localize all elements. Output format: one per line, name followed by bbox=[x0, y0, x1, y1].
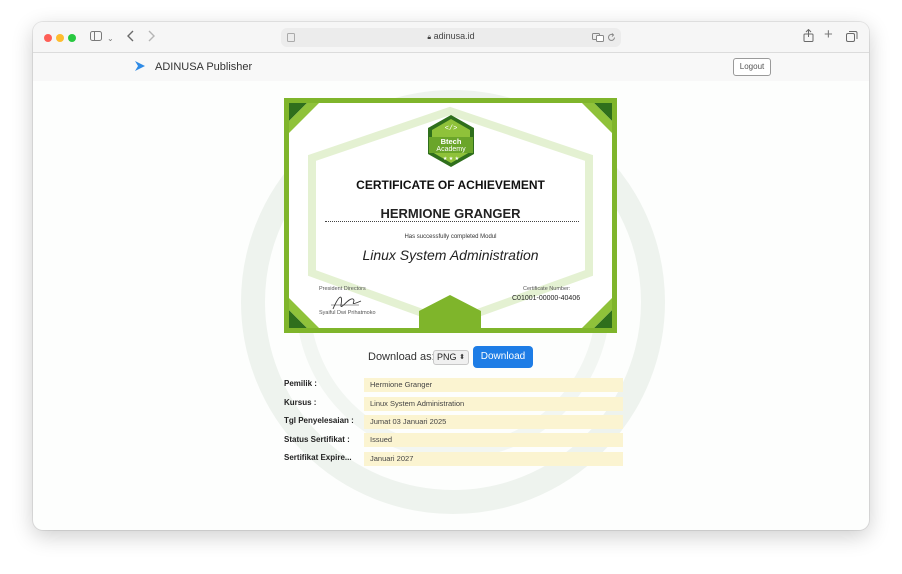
badge-line-2: Academy bbox=[436, 146, 466, 153]
svg-text:★ ★ ★: ★ ★ ★ bbox=[443, 156, 460, 162]
badge-line-1: Btech bbox=[440, 137, 462, 146]
svg-text:</>: </> bbox=[445, 125, 458, 133]
url-label: adinusa.id bbox=[433, 31, 475, 41]
course-value: Linux System Administration bbox=[364, 397, 623, 411]
certificate-status-value: Issued bbox=[364, 433, 623, 447]
owner-label: Pemilik : bbox=[284, 379, 317, 388]
certificate-number: C01001-00000-40406 bbox=[512, 295, 581, 302]
browser-window: ⌄ 🔒︎ adinusa.id + ADINUSA Publisher Logo… bbox=[33, 22, 869, 530]
certificate-expiry-label: Sertifikat Expire... bbox=[284, 453, 352, 462]
select-arrows-icon: ⬍ bbox=[459, 354, 465, 361]
share-icon[interactable] bbox=[803, 29, 814, 42]
brand-name[interactable]: ADINUSA Publisher bbox=[155, 61, 252, 73]
minimize-window-button[interactable] bbox=[56, 34, 64, 42]
name-underline bbox=[325, 221, 579, 222]
completion-text: Has successfully completed Modul bbox=[404, 234, 497, 240]
adinusa-logo-icon[interactable] bbox=[134, 59, 146, 73]
download-as-label: Download as: bbox=[368, 351, 435, 363]
certificate-number-label: Certificate Number: bbox=[523, 286, 571, 292]
browser-toolbar: ⌄ 🔒︎ adinusa.id + bbox=[33, 22, 869, 53]
reload-icon[interactable] bbox=[607, 33, 616, 42]
certificate-status-label: Status Sertifikat : bbox=[284, 435, 350, 444]
badge-text: Btech Academy bbox=[425, 138, 477, 154]
address-bar[interactable]: 🔒︎ adinusa.id bbox=[281, 28, 621, 47]
close-window-button[interactable] bbox=[44, 34, 52, 42]
url-text: 🔒︎ adinusa.id bbox=[281, 31, 621, 42]
sidebar-icon[interactable] bbox=[90, 31, 102, 41]
lock-icon: 🔒︎ bbox=[427, 34, 432, 41]
course-name: Linux System Administration bbox=[362, 247, 539, 263]
certificate-title: CERTIFICATE OF ACHIEVEMENT bbox=[356, 178, 545, 192]
forward-icon[interactable] bbox=[147, 30, 155, 42]
certificate-image: </> ★ ★ ★ Btech Academy CERTIFICATE OF A… bbox=[284, 98, 617, 333]
owner-value: Hermione Granger bbox=[364, 378, 623, 392]
format-select[interactable]: PNG ⬍ bbox=[433, 350, 469, 365]
chevron-down-icon[interactable]: ⌄ bbox=[107, 31, 114, 47]
course-label: Kursus : bbox=[284, 398, 317, 407]
certificate-expiry-value: Januari 2027 bbox=[364, 452, 623, 466]
completion-date-label: Tgl Penyelesaian : bbox=[284, 416, 354, 425]
format-select-value: PNG bbox=[437, 352, 457, 362]
signer-name: Syaiful Dwi Prihatmoko bbox=[319, 310, 376, 316]
back-icon[interactable] bbox=[127, 30, 135, 42]
tab-overview-icon[interactable] bbox=[846, 31, 858, 42]
translate-icon[interactable] bbox=[592, 33, 604, 42]
recipient-name: HERMIONE GRANGER bbox=[380, 206, 521, 221]
new-tab-icon[interactable]: + bbox=[824, 27, 833, 43]
app-header: ADINUSA Publisher Logout bbox=[33, 53, 869, 81]
zoom-window-button[interactable] bbox=[68, 34, 76, 42]
download-button[interactable]: Download bbox=[473, 346, 533, 368]
logout-button[interactable]: Logout bbox=[733, 58, 771, 76]
completion-date-value: Jumat 03 Januari 2025 bbox=[364, 415, 623, 429]
